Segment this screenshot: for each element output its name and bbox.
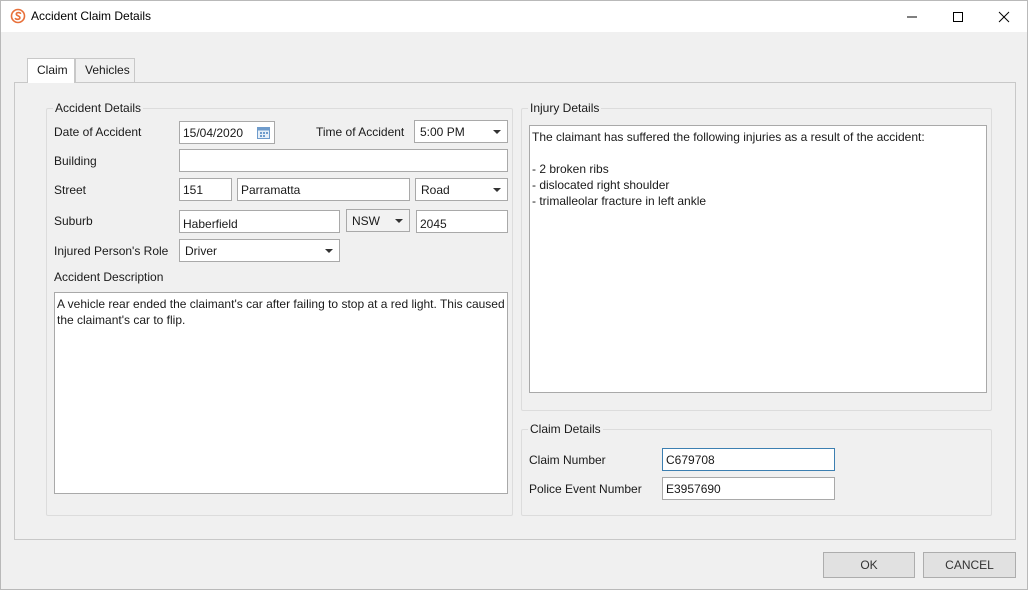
app-logo-icon — [10, 8, 26, 24]
suburb-label: Suburb — [54, 214, 93, 228]
accident-details-title: Accident Details — [53, 101, 144, 115]
close-button[interactable] — [981, 1, 1027, 32]
ok-button[interactable]: OK — [823, 552, 915, 578]
claim-details-title: Claim Details — [528, 422, 603, 436]
time-of-accident-select[interactable]: 5:00 PM — [414, 120, 508, 143]
chevron-down-icon — [325, 249, 333, 253]
accident-description-label: Accident Description — [54, 270, 164, 284]
time-of-accident-label: Time of Accident — [316, 125, 405, 139]
maximize-button[interactable] — [935, 1, 981, 32]
building-field[interactable] — [179, 149, 508, 172]
cancel-button[interactable]: CANCEL — [923, 552, 1016, 578]
claim-number-label: Claim Number — [529, 453, 606, 467]
minimize-button[interactable] — [889, 1, 935, 32]
close-icon — [998, 11, 1010, 22]
date-of-accident-value: 15/04/2020 — [183, 126, 244, 140]
chevron-down-icon — [493, 188, 501, 192]
calendar-icon[interactable] — [256, 125, 271, 140]
police-event-number-label: Police Event Number — [529, 482, 642, 496]
injured-role-select[interactable]: Driver — [179, 239, 340, 262]
claim-details-group: Claim Details — [521, 422, 992, 516]
street-label: Street — [54, 183, 87, 197]
street-number-field[interactable]: 151 — [179, 178, 232, 201]
window-title: Accident Claim Details — [31, 9, 152, 23]
dialog-window: Accident Claim Details Claim Vehicles Ac… — [0, 0, 1028, 590]
injury-details-title: Injury Details — [528, 101, 602, 115]
date-of-accident-label: Date of Accident — [54, 125, 142, 139]
claim-tab-panel: Accident Details Date of Accident 15/04/… — [14, 82, 1016, 540]
accident-description-textarea[interactable]: A vehicle rear ended the claimant's car … — [54, 292, 508, 494]
state-value: NSW — [352, 214, 380, 228]
injury-details-textarea[interactable]: The claimant has suffered the following … — [529, 125, 987, 393]
tab-vehicles[interactable]: Vehicles — [75, 58, 135, 83]
street-type-value: Road — [421, 183, 450, 197]
building-label: Building — [54, 154, 97, 168]
suburb-field[interactable]: Haberfield — [179, 210, 340, 233]
state-select[interactable]: NSW — [346, 209, 410, 232]
minimize-icon — [907, 16, 917, 17]
date-of-accident-picker[interactable]: 15/04/2020 — [179, 121, 275, 144]
maximize-icon — [953, 11, 963, 22]
claim-number-field[interactable]: C679708 — [662, 448, 835, 471]
time-of-accident-value: 5:00 PM — [420, 125, 465, 139]
injured-role-value: Driver — [185, 244, 217, 258]
chevron-down-icon — [493, 130, 501, 134]
postcode-field[interactable]: 2045 — [416, 210, 508, 233]
chevron-down-icon — [395, 219, 403, 223]
street-type-select[interactable]: Road — [415, 178, 508, 201]
injured-role-label: Injured Person's Role — [54, 244, 169, 258]
tab-claim[interactable]: Claim — [27, 58, 75, 83]
street-name-field[interactable]: Parramatta — [237, 178, 410, 201]
title-bar: Accident Claim Details — [1, 1, 1027, 32]
police-event-number-field[interactable]: E3957690 — [662, 477, 835, 500]
